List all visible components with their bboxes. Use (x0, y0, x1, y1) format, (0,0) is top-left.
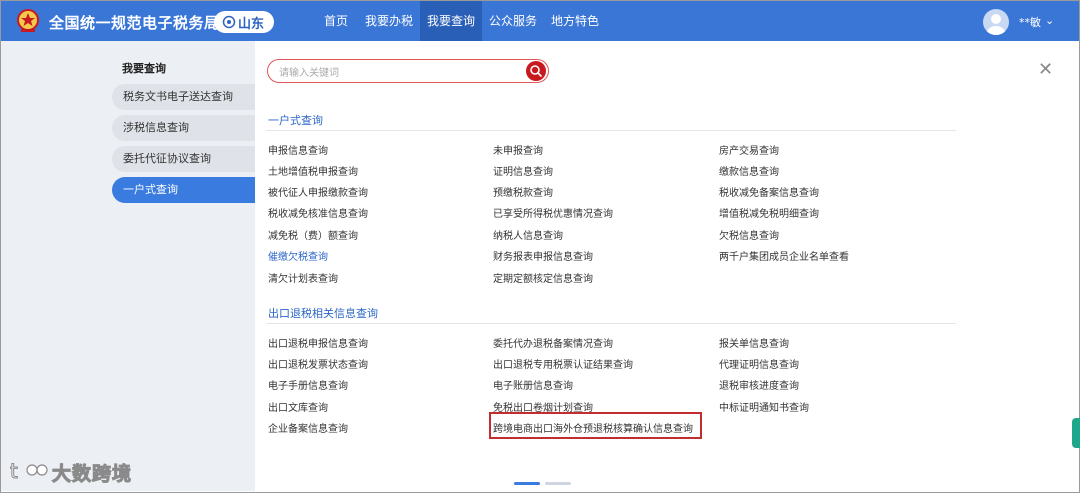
link-export-refund-declaration[interactable]: 出口退税申报信息查询 (268, 335, 368, 350)
link-refund-tax-receipt-auth[interactable]: 出口退税专用税票认证结果查询 (493, 356, 633, 371)
site-title[interactable]: 全国统一规范电子税务局 (49, 12, 220, 33)
svg-text:t: t (10, 459, 18, 483)
link-tax-exemption-filing[interactable]: 税收减免备案信息查询 (719, 184, 819, 199)
link-group-member-list[interactable]: 两千户集团成员企业名单查看 (719, 248, 849, 263)
link-prepaid-tax[interactable]: 预缴税款查询 (493, 184, 553, 199)
link-property-transaction[interactable]: 房产交易查询 (719, 142, 779, 157)
section-title-one-household: 一户式查询 (268, 114, 323, 127)
link-undeclared[interactable]: 未申报查询 (493, 142, 543, 157)
link-refund-invoice-status[interactable]: 出口退税发票状态查询 (268, 356, 368, 371)
search-placeholder: 请输入关键词 (279, 68, 339, 79)
pager-dot[interactable] (545, 482, 571, 485)
close-icon[interactable]: ✕ (1038, 61, 1053, 79)
watermark-logo-icon: t (10, 459, 48, 484)
link-income-tax-incentive[interactable]: 已享受所得税优惠情况查询 (493, 205, 613, 220)
link-certificate-info[interactable]: 证明信息查询 (493, 163, 553, 178)
user-name[interactable]: **敏 (1019, 14, 1041, 30)
link-fixed-quota[interactable]: 定期定额核定信息查询 (493, 270, 593, 285)
nav-query[interactable]: 我要查询 (420, 1, 482, 41)
link-collected-payer-declaration[interactable]: 被代征人申报缴款查询 (268, 184, 368, 199)
search-button[interactable] (526, 61, 546, 81)
link-arrears-plan[interactable]: 清欠计划表查询 (268, 270, 338, 285)
link-bid-certificate-notice[interactable]: 中标证明通知书查询 (719, 399, 809, 414)
location-pin-icon (222, 15, 236, 29)
link-vat-exemption-detail[interactable]: 增值税减免税明细查询 (719, 205, 819, 220)
sidebar-item-tax-document-delivery[interactable]: 税务文书电子送达查询 (112, 84, 255, 110)
sidebar: 我要查询 税务文书电子送达查询 涉税信息查询 委托代征协议查询 一户式查询 (1, 41, 255, 491)
link-arrears-collection[interactable]: 催缴欠税查询 (268, 248, 328, 263)
section-divider (266, 130, 956, 131)
link-agent-certificate[interactable]: 代理证明信息查询 (719, 356, 799, 371)
pager-dot-active[interactable] (514, 482, 540, 485)
link-land-vat-declaration[interactable]: 土地增值税申报查询 (268, 163, 358, 178)
link-payment-info[interactable]: 缴款信息查询 (719, 163, 779, 178)
nav-tax-handling[interactable]: 我要办税 (358, 1, 420, 41)
link-tax-exemption-approval[interactable]: 税收减免核准信息查询 (268, 205, 368, 220)
link-tax-arrears-info[interactable]: 欠税信息查询 (719, 227, 779, 242)
tax-emblem-icon (17, 9, 39, 32)
link-entrusted-refund-filing[interactable]: 委托代办退税备案情况查询 (493, 335, 613, 350)
highlight-box (489, 412, 702, 439)
link-customs-declaration[interactable]: 报关单信息查询 (719, 335, 789, 350)
sidebar-title: 我要查询 (122, 62, 166, 75)
watermark-text: 大数跨境 (51, 463, 133, 486)
link-exemption-amount[interactable]: 减免税（费）额查询 (268, 227, 358, 242)
section-divider (266, 323, 956, 324)
sidebar-item-one-household-query[interactable]: 一户式查询 (112, 177, 255, 203)
region-label: 山东 (238, 17, 265, 32)
link-enterprise-filing[interactable]: 企业备案信息查询 (268, 420, 348, 435)
link-financial-statement[interactable]: 财务报表申报信息查询 (493, 248, 593, 263)
chevron-down-icon[interactable]: ⌄ (1045, 14, 1054, 27)
link-e-ledger[interactable]: 电子账册信息查询 (493, 377, 573, 392)
nav-local-features[interactable]: 地方特色 (544, 1, 606, 41)
section-title-export-refund: 出口退税相关信息查询 (268, 307, 378, 320)
region-selector[interactable]: 山东 (214, 11, 274, 33)
link-refund-review-progress[interactable]: 退税审核进度查询 (719, 377, 799, 392)
link-e-manual[interactable]: 电子手册信息查询 (268, 377, 348, 392)
user-avatar-icon[interactable] (983, 9, 1009, 35)
side-float-tab[interactable] (1072, 418, 1080, 448)
nav-home[interactable]: 首页 (314, 1, 358, 41)
search-input[interactable]: 请输入关键词 (267, 59, 549, 83)
top-navigation-bar: 全国统一规范电子税务局 山东 首页 我要办税 我要查询 公众服务 地方特色 **… (1, 1, 1079, 41)
link-declaration-info[interactable]: 申报信息查询 (268, 142, 328, 157)
link-export-library[interactable]: 出口文库查询 (268, 399, 328, 414)
link-taxpayer-info[interactable]: 纳税人信息查询 (493, 227, 563, 242)
sidebar-item-tax-info[interactable]: 涉税信息查询 (112, 115, 255, 141)
nav-public-service[interactable]: 公众服务 (482, 1, 544, 41)
search-icon (530, 65, 542, 77)
sidebar-item-entrusted-collection[interactable]: 委托代征协议查询 (112, 146, 255, 172)
